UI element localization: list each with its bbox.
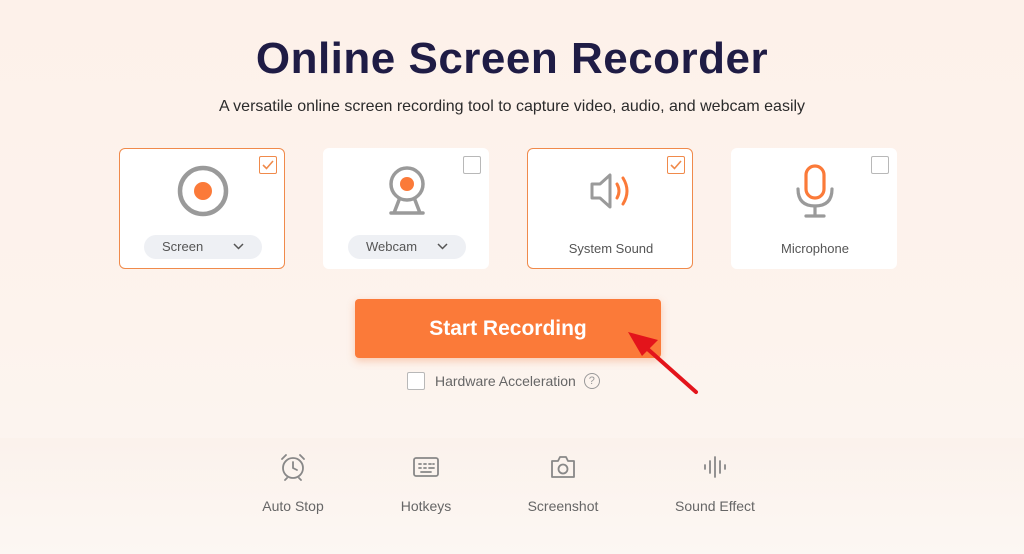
feature-auto-stop[interactable]: Auto Stop <box>233 452 353 514</box>
start-recording-button[interactable]: Start Recording <box>355 299 661 358</box>
screen-dropdown-value: Screen <box>162 239 204 254</box>
webcam-icon <box>389 166 425 215</box>
feature-label: Auto Stop <box>262 498 324 514</box>
chevron-down-icon <box>437 243 448 250</box>
speaker-icon <box>590 173 629 209</box>
webcam-dropdown[interactable]: Webcam <box>348 235 466 259</box>
page-title: Online Screen Recorder <box>255 34 769 83</box>
sound-wave-icon <box>704 456 726 478</box>
keyboard-icon <box>413 457 439 477</box>
hardware-acceleration-label: Hardware Acceleration <box>435 373 576 389</box>
source-card-screen[interactable]: Screen <box>119 148 285 269</box>
alarm-clock-icon <box>281 454 305 481</box>
recorder-page: Online Screen Recorder A versatile onlin… <box>0 0 1024 554</box>
feature-hotkeys[interactable]: Hotkeys <box>366 452 486 514</box>
source-card-system-sound[interactable]: System Sound <box>527 148 693 269</box>
feature-label: Hotkeys <box>400 498 452 514</box>
help-icon[interactable]: ? <box>583 373 600 389</box>
chevron-down-icon <box>233 243 244 250</box>
hardware-acceleration-checkbox[interactable] <box>407 372 425 390</box>
camera-icon <box>551 456 575 478</box>
webcam-dropdown-value: Webcam <box>366 239 418 254</box>
screen-record-icon <box>177 165 229 217</box>
source-card-webcam[interactable]: Webcam <box>323 148 489 269</box>
hardware-acceleration-row: Hardware Acceleration ? <box>407 371 600 391</box>
microphone-label: Microphone <box>781 241 849 256</box>
feature-label: Sound Effect <box>675 498 755 514</box>
red-arrow-icon <box>628 332 698 394</box>
feature-sound-effect[interactable]: Sound Effect <box>655 452 775 514</box>
source-card-microphone[interactable]: Microphone <box>731 148 897 269</box>
features-bar: Auto Stop Hotkeys Screenshot Sound Effec… <box>0 438 1024 554</box>
feature-screenshot[interactable]: Screenshot <box>503 452 623 514</box>
screen-dropdown[interactable]: Screen <box>144 235 262 259</box>
page-subtitle: A versatile online screen recording tool… <box>218 98 806 115</box>
feature-label: Screenshot <box>527 498 599 514</box>
system-sound-label: System Sound <box>568 241 654 256</box>
microphone-icon <box>796 164 834 218</box>
